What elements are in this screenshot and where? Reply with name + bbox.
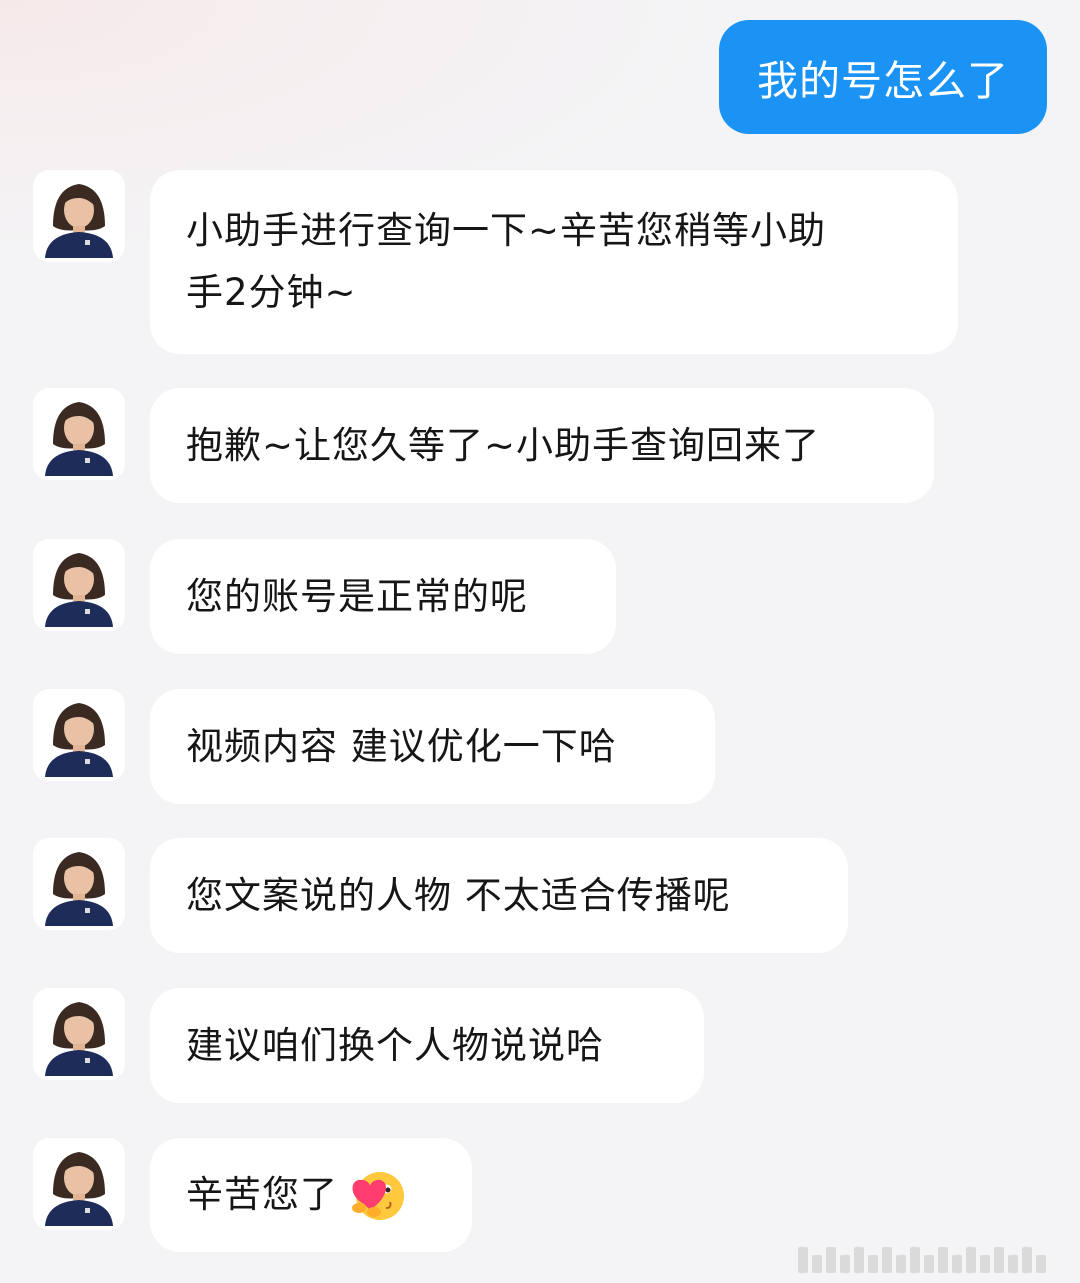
assistant-avatar-icon	[45, 184, 113, 258]
assistant-message-text: 小助手进行查询一下~辛苦您稍等小助	[186, 209, 827, 252]
assistant-avatar[interactable]	[33, 170, 125, 262]
assistant-message-row: 您文案说的人物 不太适合传播呢	[33, 838, 848, 953]
assistant-message-row: 抱歉~让您久等了~小助手查询回来了	[33, 388, 934, 503]
user-message-text: 我的号怎么了	[757, 57, 1009, 105]
chat-thread: 我的号怎么了 小助手进行查询一下~辛苦您稍等小助 手2分钟~ 抱歉~让您久等了~…	[0, 0, 1080, 1283]
assistant-message-text: 辛苦您了	[186, 1173, 338, 1216]
assistant-message-bubble[interactable]: 视频内容 建议优化一下哈	[150, 689, 715, 804]
assistant-avatar-icon	[45, 1152, 113, 1226]
assistant-message-bubble[interactable]: 您的账号是正常的呢	[150, 539, 616, 654]
assistant-avatar[interactable]	[33, 838, 125, 930]
assistant-message-bubble[interactable]: 辛苦您了	[150, 1138, 472, 1252]
assistant-avatar[interactable]	[33, 388, 125, 480]
assistant-message-row: 小助手进行查询一下~辛苦您稍等小助 手2分钟~	[33, 170, 958, 354]
assistant-message-bubble[interactable]: 抱歉~让您久等了~小助手查询回来了	[150, 388, 934, 503]
assistant-avatar[interactable]	[33, 539, 125, 631]
assistant-avatar-icon	[45, 1002, 113, 1076]
assistant-message-bubble[interactable]: 建议咱们换个人物说说哈	[150, 988, 704, 1103]
scroll-indicator	[798, 1247, 1068, 1273]
assistant-avatar-icon	[45, 852, 113, 926]
assistant-message-text: 视频内容 建议优化一下哈	[186, 724, 617, 768]
assistant-message-row: 辛苦您了	[33, 1138, 472, 1252]
assistant-message-bubble[interactable]: 小助手进行查询一下~辛苦您稍等小助 手2分钟~	[150, 170, 958, 354]
assistant-message-text: 您的账号是正常的呢	[186, 574, 528, 618]
assistant-avatar-icon	[45, 553, 113, 627]
assistant-message-text: 抱歉~让您久等了~小助手查询回来了	[186, 423, 821, 467]
user-message-bubble[interactable]: 我的号怎么了	[719, 20, 1047, 134]
assistant-message-text: 手2分钟~	[186, 271, 357, 314]
assistant-message-text: 建议咱们换个人物说说哈	[186, 1023, 604, 1067]
assistant-message-row: 建议咱们换个人物说说哈	[33, 988, 704, 1103]
assistant-avatar[interactable]	[33, 988, 125, 1080]
assistant-message-row: 视频内容 建议优化一下哈	[33, 689, 715, 804]
assistant-avatar-icon	[45, 402, 113, 476]
assistant-message-bubble[interactable]: 您文案说的人物 不太适合传播呢	[150, 838, 848, 953]
assistant-message-text: 您文案说的人物 不太适合传播呢	[186, 873, 731, 917]
assistant-avatar[interactable]	[33, 689, 125, 781]
assistant-avatar[interactable]	[33, 1138, 125, 1230]
hug-heart-emoji-icon	[352, 1172, 404, 1220]
assistant-avatar-icon	[45, 703, 113, 777]
assistant-message-row: 您的账号是正常的呢	[33, 539, 616, 654]
